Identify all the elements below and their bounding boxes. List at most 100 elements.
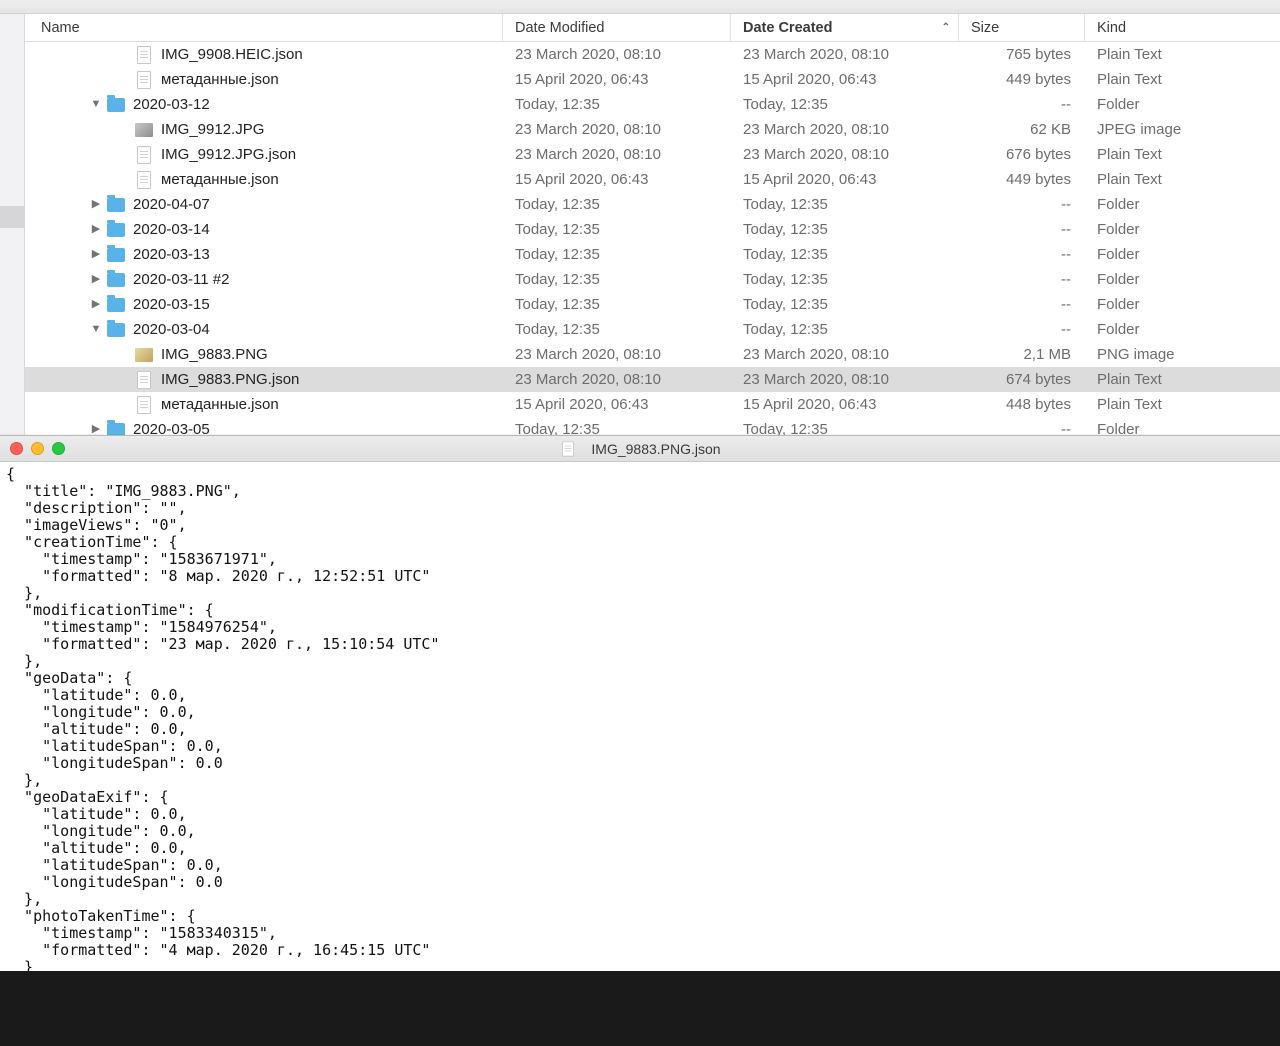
file-name: 2020-04-07 bbox=[133, 192, 210, 217]
column-header-size[interactable]: Size bbox=[959, 14, 1085, 41]
document-icon bbox=[135, 71, 153, 89]
file-size: -- bbox=[959, 292, 1085, 317]
file-row[interactable]: IMG_9908.HEIC.json23 March 2020, 08:1023… bbox=[25, 42, 1280, 67]
file-kind: JPEG image bbox=[1085, 117, 1235, 142]
file-row[interactable]: ▶2020-03-13Today, 12:35Today, 12:35--Fol… bbox=[25, 242, 1280, 267]
file-row[interactable]: ▼2020-03-12Today, 12:35Today, 12:35--Fol… bbox=[25, 92, 1280, 117]
date-modified: 23 March 2020, 08:10 bbox=[503, 342, 731, 367]
document-icon bbox=[135, 396, 153, 414]
file-row[interactable]: ▶2020-03-11 #2Today, 12:35Today, 12:35--… bbox=[25, 267, 1280, 292]
document-icon bbox=[135, 171, 153, 189]
sidebar-selection bbox=[0, 206, 25, 228]
folder-icon bbox=[107, 421, 125, 436]
disclosure-triangle-icon[interactable]: ▶ bbox=[89, 267, 103, 292]
file-size: -- bbox=[959, 317, 1085, 342]
date-modified: Today, 12:35 bbox=[503, 192, 731, 217]
date-created: Today, 12:35 bbox=[731, 292, 959, 317]
date-modified: Today, 12:35 bbox=[503, 217, 731, 242]
date-modified: 15 April 2020, 06:43 bbox=[503, 67, 731, 92]
date-created: Today, 12:35 bbox=[731, 217, 959, 242]
file-kind: Plain Text bbox=[1085, 142, 1235, 167]
jpeg-image-icon bbox=[135, 121, 153, 139]
file-row[interactable]: метаданные.json 15 April 2020, 06:4315 Ap… bbox=[25, 392, 1280, 417]
file-content[interactable]: { "title": "IMG_9883.PNG", "description"… bbox=[0, 462, 1280, 976]
folder-icon bbox=[107, 196, 125, 214]
disclosure-triangle-icon[interactable]: ▶ bbox=[89, 217, 103, 242]
sort-caret-icon: ⌃ bbox=[942, 22, 950, 33]
file-kind: Plain Text bbox=[1085, 392, 1235, 417]
column-header-label: Size bbox=[971, 20, 999, 36]
file-row[interactable]: ▶2020-04-07Today, 12:35Today, 12:35--Fol… bbox=[25, 192, 1280, 217]
document-icon bbox=[135, 371, 153, 389]
window-zoom-button[interactable] bbox=[52, 442, 65, 455]
file-size: 448 bytes bbox=[959, 392, 1085, 417]
date-modified: 15 April 2020, 06:43 bbox=[503, 392, 731, 417]
file-name: IMG_9883.PNG.json bbox=[161, 367, 299, 392]
date-modified: Today, 12:35 bbox=[503, 242, 731, 267]
file-name: метаданные.json bbox=[161, 392, 279, 417]
date-created: 15 April 2020, 06:43 bbox=[731, 167, 959, 192]
file-row[interactable]: IMG_9912.JPG23 March 2020, 08:1023 March… bbox=[25, 117, 1280, 142]
finder-toolbar bbox=[0, 0, 1280, 14]
disclosure-triangle-icon[interactable]: ▶ bbox=[89, 242, 103, 267]
column-header-label: Kind bbox=[1097, 20, 1126, 36]
date-modified: 23 March 2020, 08:10 bbox=[503, 367, 731, 392]
file-size: -- bbox=[959, 242, 1085, 267]
folder-icon bbox=[107, 221, 125, 239]
date-created: 23 March 2020, 08:10 bbox=[731, 117, 959, 142]
column-header-label: Date Modified bbox=[515, 20, 604, 36]
file-name: 2020-03-15 bbox=[133, 292, 210, 317]
finder-list-view: Name Date Modified Date Created ⌃ Size K… bbox=[25, 14, 1280, 435]
file-kind: Folder bbox=[1085, 242, 1235, 267]
file-size: 62 KB bbox=[959, 117, 1085, 142]
window-minimize-button[interactable] bbox=[31, 442, 44, 455]
disclosure-triangle-icon[interactable]: ▶ bbox=[89, 417, 103, 435]
date-modified: Today, 12:35 bbox=[503, 267, 731, 292]
window-close-button[interactable] bbox=[10, 442, 23, 455]
file-size: -- bbox=[959, 417, 1085, 435]
finder-window: Name Date Modified Date Created ⌃ Size K… bbox=[0, 0, 1280, 435]
file-kind: Plain Text bbox=[1085, 42, 1235, 67]
file-kind: Plain Text bbox=[1085, 167, 1235, 192]
date-modified: 15 April 2020, 06:43 bbox=[503, 167, 731, 192]
file-row[interactable]: IMG_9883.PNG.json23 March 2020, 08:1023 … bbox=[25, 367, 1280, 392]
file-row[interactable]: ▶2020-03-05Today, 12:35Today, 12:35--Fol… bbox=[25, 417, 1280, 435]
file-row[interactable]: ▼2020-03-04Today, 12:35Today, 12:35--Fol… bbox=[25, 317, 1280, 342]
file-row[interactable]: ▶2020-03-14Today, 12:35Today, 12:35--Fol… bbox=[25, 217, 1280, 242]
finder-sidebar bbox=[0, 14, 25, 435]
window-traffic-lights bbox=[10, 442, 65, 455]
date-modified: Today, 12:35 bbox=[503, 317, 731, 342]
file-kind: Folder bbox=[1085, 292, 1235, 317]
file-size: -- bbox=[959, 267, 1085, 292]
file-size: -- bbox=[959, 192, 1085, 217]
file-row[interactable]: IMG_9912.JPG.json23 March 2020, 08:1023 … bbox=[25, 142, 1280, 167]
date-created: Today, 12:35 bbox=[731, 267, 959, 292]
column-header-name[interactable]: Name bbox=[25, 14, 503, 41]
disclosure-triangle-icon[interactable]: ▼ bbox=[89, 92, 103, 117]
column-header-kind[interactable]: Kind bbox=[1085, 14, 1235, 41]
column-header-created[interactable]: Date Created ⌃ bbox=[731, 14, 959, 41]
date-created: 15 April 2020, 06:43 bbox=[731, 392, 959, 417]
file-row[interactable]: ▶2020-03-15Today, 12:35Today, 12:35--Fol… bbox=[25, 292, 1280, 317]
file-name: 2020-03-13 bbox=[133, 242, 210, 267]
disclosure-triangle-icon[interactable]: ▶ bbox=[89, 192, 103, 217]
column-header-label: Date Created bbox=[743, 20, 832, 36]
date-modified: 23 March 2020, 08:10 bbox=[503, 142, 731, 167]
file-size: 674 bytes bbox=[959, 367, 1085, 392]
window-titlebar[interactable]: IMG_9883.PNG.json bbox=[0, 436, 1280, 462]
date-created: 15 April 2020, 06:43 bbox=[731, 67, 959, 92]
folder-icon bbox=[107, 296, 125, 314]
column-header-modified[interactable]: Date Modified bbox=[503, 14, 731, 41]
disclosure-triangle-icon[interactable]: ▶ bbox=[89, 292, 103, 317]
dock-background bbox=[0, 971, 1280, 1046]
date-created: Today, 12:35 bbox=[731, 242, 959, 267]
file-name: метаданные.json bbox=[161, 167, 279, 192]
date-created: 23 March 2020, 08:10 bbox=[731, 142, 959, 167]
file-row[interactable]: метаданные.json 15 April 2020, 06:4315 Ap… bbox=[25, 167, 1280, 192]
file-rows: IMG_9908.HEIC.json23 March 2020, 08:1023… bbox=[25, 42, 1280, 435]
file-row[interactable]: метаданные.json15 April 2020, 06:4315 Ap… bbox=[25, 67, 1280, 92]
file-row[interactable]: IMG_9883.PNG23 March 2020, 08:1023 March… bbox=[25, 342, 1280, 367]
disclosure-triangle-icon[interactable]: ▼ bbox=[89, 317, 103, 342]
file-size: 449 bytes bbox=[959, 167, 1085, 192]
date-created: 23 March 2020, 08:10 bbox=[731, 342, 959, 367]
